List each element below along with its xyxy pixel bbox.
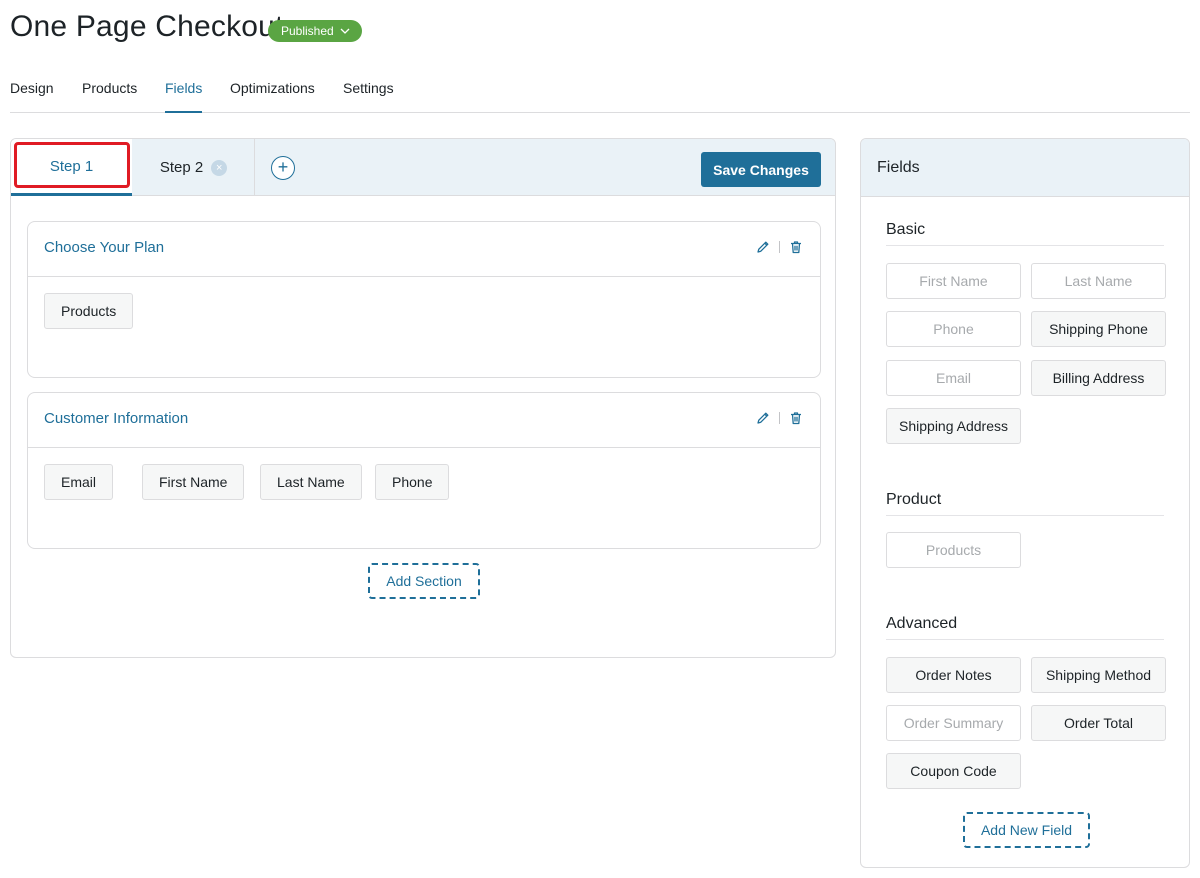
group-title-basic: Basic: [886, 221, 926, 238]
field-last-name[interactable]: Last Name: [1031, 263, 1166, 299]
field-chip-products[interactable]: Products: [44, 293, 134, 329]
field-chip-phone[interactable]: Phone: [375, 464, 450, 500]
fields-panel-title: Fields: [877, 159, 920, 176]
divider: [886, 639, 1164, 640]
field-coupon-code[interactable]: Coupon Code: [886, 753, 1021, 789]
add-section-button[interactable]: Add Section: [368, 563, 480, 599]
step-tab-2[interactable]: Step 2 ×: [133, 139, 255, 196]
section-customer-information: Customer Information Email First Name La…: [27, 392, 821, 549]
step-tab-1[interactable]: Step 1: [11, 139, 132, 196]
field-shipping-phone[interactable]: Shipping Phone: [1031, 311, 1166, 347]
section-body: Products: [28, 277, 820, 377]
field-order-notes[interactable]: Order Notes: [886, 657, 1021, 693]
field-phone[interactable]: Phone: [886, 311, 1021, 347]
field-shipping-method[interactable]: Shipping Method: [1031, 657, 1166, 693]
page-title: One Page Checkout: [10, 10, 284, 43]
section-title: Choose Your Plan: [44, 239, 165, 256]
field-order-total[interactable]: Order Total: [1031, 705, 1166, 741]
status-dropdown[interactable]: Published: [268, 20, 362, 42]
tab-design[interactable]: Design: [10, 80, 54, 113]
step-tab-1-label: Step 1: [49, 157, 94, 175]
section-actions: [755, 239, 804, 255]
section-body: Email First Name Last Name Phone: [28, 448, 820, 548]
field-products[interactable]: Products: [886, 532, 1021, 568]
tab-products[interactable]: Products: [82, 80, 137, 113]
tab-optimizations[interactable]: Optimizations: [230, 80, 315, 113]
section-header: Customer Information: [28, 393, 820, 448]
status-label: Published: [281, 24, 334, 38]
divider: [886, 515, 1164, 516]
divider: [886, 245, 1164, 246]
group-title-product: Product: [886, 491, 942, 508]
add-step-button[interactable]: +: [271, 156, 295, 180]
fields-panel: Fields Basic First Name Last Name Phone …: [860, 138, 1190, 868]
add-new-field-button[interactable]: Add New Field: [963, 812, 1090, 848]
save-changes-button[interactable]: Save Changes: [701, 152, 821, 187]
step-bar: Step 1 Step 2 × + Save Changes: [11, 139, 835, 196]
nav-tabs: Design Products Fields Optimizations Set…: [10, 78, 1190, 113]
divider: [779, 412, 780, 424]
field-first-name[interactable]: First Name: [886, 263, 1021, 299]
group-title-advanced: Advanced: [886, 615, 958, 632]
chevron-down-icon: [340, 28, 350, 34]
fields-panel-header: Fields: [861, 139, 1189, 197]
field-chip-first-name[interactable]: First Name: [142, 464, 245, 500]
field-billing-address[interactable]: Billing Address: [1031, 360, 1166, 396]
field-shipping-address[interactable]: Shipping Address: [886, 408, 1021, 444]
field-order-summary[interactable]: Order Summary: [886, 705, 1021, 741]
trash-icon[interactable]: [788, 410, 804, 426]
pencil-icon[interactable]: [755, 239, 771, 255]
pencil-icon[interactable]: [755, 410, 771, 426]
field-chip-last-name[interactable]: Last Name: [260, 464, 362, 500]
close-icon[interactable]: ×: [211, 159, 228, 176]
section-actions: [755, 410, 804, 426]
step-tab-2-label: Step 2: [159, 159, 204, 176]
section-header: Choose Your Plan: [28, 222, 820, 277]
step-builder: Step 1 Step 2 × + Save Changes Choose Yo…: [10, 138, 836, 658]
divider: [779, 241, 780, 253]
tab-settings[interactable]: Settings: [343, 80, 394, 113]
section-choose-your-plan: Choose Your Plan Products: [27, 221, 821, 378]
field-chip-email[interactable]: Email: [44, 464, 114, 500]
section-title: Customer Information: [44, 410, 189, 427]
field-email[interactable]: Email: [886, 360, 1021, 396]
tab-fields[interactable]: Fields: [165, 80, 203, 113]
trash-icon[interactable]: [788, 239, 804, 255]
